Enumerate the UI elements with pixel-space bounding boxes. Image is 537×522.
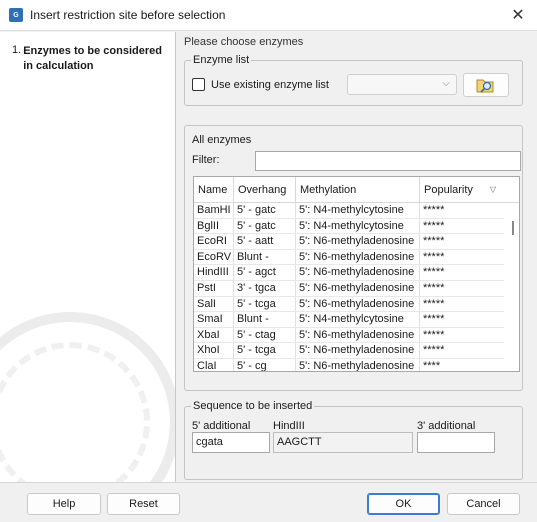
cell-popularity: *****: [423, 266, 445, 279]
use-existing-row[interactable]: Use existing enzyme list: [192, 78, 329, 91]
cell-methylation: 5': N6-methyladenosine: [296, 327, 420, 343]
cell-popularity: ****: [423, 359, 441, 372]
table-row[interactable]: XbaI 5' - ctag 5': N6-methyladenosine *****: [194, 327, 504, 344]
site-sequence-field: AAGCTT: [273, 432, 413, 453]
enzyme-list-legend: Enzyme list: [191, 54, 252, 66]
browse-folder-icon: [476, 79, 494, 93]
table-row[interactable]: ClaI 5' - cg 5': N6-methyladenosine ****: [194, 358, 504, 372]
table-body: BamHI 5' - gatc 5': N4-methylcytosine *****…: [194, 203, 504, 372]
table-row[interactable]: PstI 3' - tgca 5': N6-methyladenosine *****: [194, 280, 504, 297]
cell-methylation: 5': N6-methyladenosine: [296, 249, 420, 265]
cell-name: SmaI: [194, 312, 234, 327]
cell-popularity: *****: [423, 297, 445, 310]
column-header-name[interactable]: Name: [194, 177, 234, 203]
cell-popularity: *****: [423, 235, 445, 248]
table-header: Name Overhang Methylation Popularity ▽: [194, 177, 519, 203]
cell-name: EcoRI: [194, 234, 234, 249]
cell-overhang: 5' - tcga: [234, 296, 296, 312]
instruction-text: Please choose enzymes: [184, 36, 304, 48]
cell-overhang: 5' - cg: [234, 358, 296, 371]
cell-methylation: 5': N6-methyladenosine: [296, 358, 420, 371]
browse-button[interactable]: [463, 73, 509, 97]
table-row[interactable]: EcoRV Blunt -5': N6-methyladenosine *****: [194, 249, 504, 266]
ok-button[interactable]: OK: [367, 493, 440, 515]
table-row[interactable]: EcoRI 5' - aatt 5': N6-methyladenosine ****…: [194, 234, 504, 250]
cell-popularity: *****: [423, 219, 445, 232]
column-header-methylation[interactable]: Methylation: [296, 177, 420, 203]
step-label: Enzymes to be considered in calculation: [23, 45, 162, 72]
sequence-legend: Sequence to be inserted: [191, 400, 315, 412]
cell-overhang: 5' - ctag: [234, 327, 296, 343]
cell-popularity: *****: [423, 204, 445, 216]
three-prime-input[interactable]: [417, 432, 495, 453]
all-enzymes-label: All enzymes: [192, 134, 252, 146]
table-row[interactable]: SmaI Blunt -5': N4-methylcytosine *****: [194, 312, 504, 328]
cell-overhang: Blunt -: [234, 249, 296, 265]
cell-overhang: 5' - gatc: [234, 203, 296, 218]
step-number: 1.: [12, 44, 22, 56]
enzyme-site-label: HindIII: [273, 420, 305, 432]
cell-overhang: 5' - aatt: [234, 234, 296, 249]
cancel-button[interactable]: Cancel: [447, 493, 520, 515]
app-icon: G: [9, 8, 23, 22]
cell-name: XbaI: [194, 327, 234, 343]
cell-methylation: 5': N6-methyladenosine: [296, 280, 420, 296]
cell-overhang: 3' - tgca: [234, 280, 296, 296]
cell-name: BamHI: [194, 203, 234, 218]
main-panel: Please choose enzymes Enzyme list Use ex…: [177, 32, 537, 482]
cell-overhang: Blunt -: [234, 312, 296, 327]
cell-methylation: 5': N6-methyladenosine: [296, 343, 420, 358]
cell-overhang: 5' - agct: [234, 265, 296, 280]
enzyme-table[interactable]: Name Overhang Methylation Popularity ▽ Ba…: [193, 176, 520, 372]
cell-overhang: 5' - tcga: [234, 343, 296, 358]
enzyme-list-select[interactable]: ⌵: [347, 74, 457, 95]
cell-name: EcoRV: [194, 249, 234, 265]
cell-methylation: 5': N4-methylcytosine: [296, 203, 420, 218]
chevron-down-icon: ⌵: [442, 78, 450, 89]
cell-name: PstI: [194, 280, 234, 296]
use-existing-checkbox[interactable]: [192, 78, 205, 91]
cell-popularity: *****: [423, 328, 445, 341]
column-header-overhang[interactable]: Overhang: [234, 177, 296, 203]
scrollbar-thumb[interactable]: [512, 221, 514, 235]
reset-button[interactable]: Reset: [107, 493, 180, 515]
close-icon[interactable]: ✕: [509, 6, 527, 24]
table-row[interactable]: SalI 5' - tcga 5': N6-methyladenosine *****: [194, 296, 504, 313]
five-prime-input[interactable]: cgata: [192, 432, 270, 453]
cell-methylation: 5': N4-methylcytosine: [296, 218, 420, 234]
wizard-step-1: 1. Enzymes to be considered in calculati…: [12, 44, 172, 74]
cell-name: XhoI: [194, 343, 234, 358]
cell-methylation: 5': N4-methylcytosine: [296, 312, 420, 327]
filter-input[interactable]: [255, 151, 521, 171]
cell-name: HindIII: [194, 265, 234, 280]
cell-methylation: 5': N6-methyladenosine: [296, 265, 420, 280]
cell-popularity: *****: [423, 281, 445, 294]
wizard-sidebar: 1. Enzymes to be considered in calculati…: [0, 32, 176, 482]
table-row[interactable]: XhoI 5' - tcga 5': N6-methyladenosine *****: [194, 343, 504, 359]
title-bar: G Insert restriction site before selecti…: [0, 0, 537, 31]
popularity-header-label: Popularity: [424, 184, 473, 196]
cell-popularity: *****: [423, 313, 445, 326]
cell-methylation: 5': N6-methyladenosine: [296, 296, 420, 312]
table-row[interactable]: BamHI 5' - gatc 5': N4-methylcytosine *****: [194, 203, 504, 219]
cell-name: SalI: [194, 296, 234, 312]
cell-name: BglII: [194, 218, 234, 234]
cell-overhang: 5' - gatc: [234, 218, 296, 234]
table-row[interactable]: BglII 5' - gatc 5': N4-methylcytosine *****: [194, 218, 504, 235]
button-bar: Help Reset OK Cancel: [0, 482, 537, 522]
help-button[interactable]: Help: [27, 493, 101, 515]
column-header-popularity[interactable]: Popularity ▽: [420, 177, 504, 203]
five-prime-label: 5' additional: [192, 420, 251, 432]
cell-popularity: *****: [423, 250, 445, 263]
three-prime-label: 3' additional: [417, 420, 476, 432]
sort-indicator-icon: ▽: [489, 185, 496, 194]
filter-label: Filter:: [192, 154, 220, 166]
cell-name: ClaI: [194, 358, 234, 371]
cell-methylation: 5': N6-methyladenosine: [296, 234, 420, 249]
cell-popularity: *****: [423, 344, 445, 357]
table-row[interactable]: HindIII 5' - agct 5': N6-methyladenosine **…: [194, 265, 504, 281]
use-existing-label: Use existing enzyme list: [211, 78, 329, 91]
window-title: Insert restriction site before selection: [30, 8, 226, 22]
